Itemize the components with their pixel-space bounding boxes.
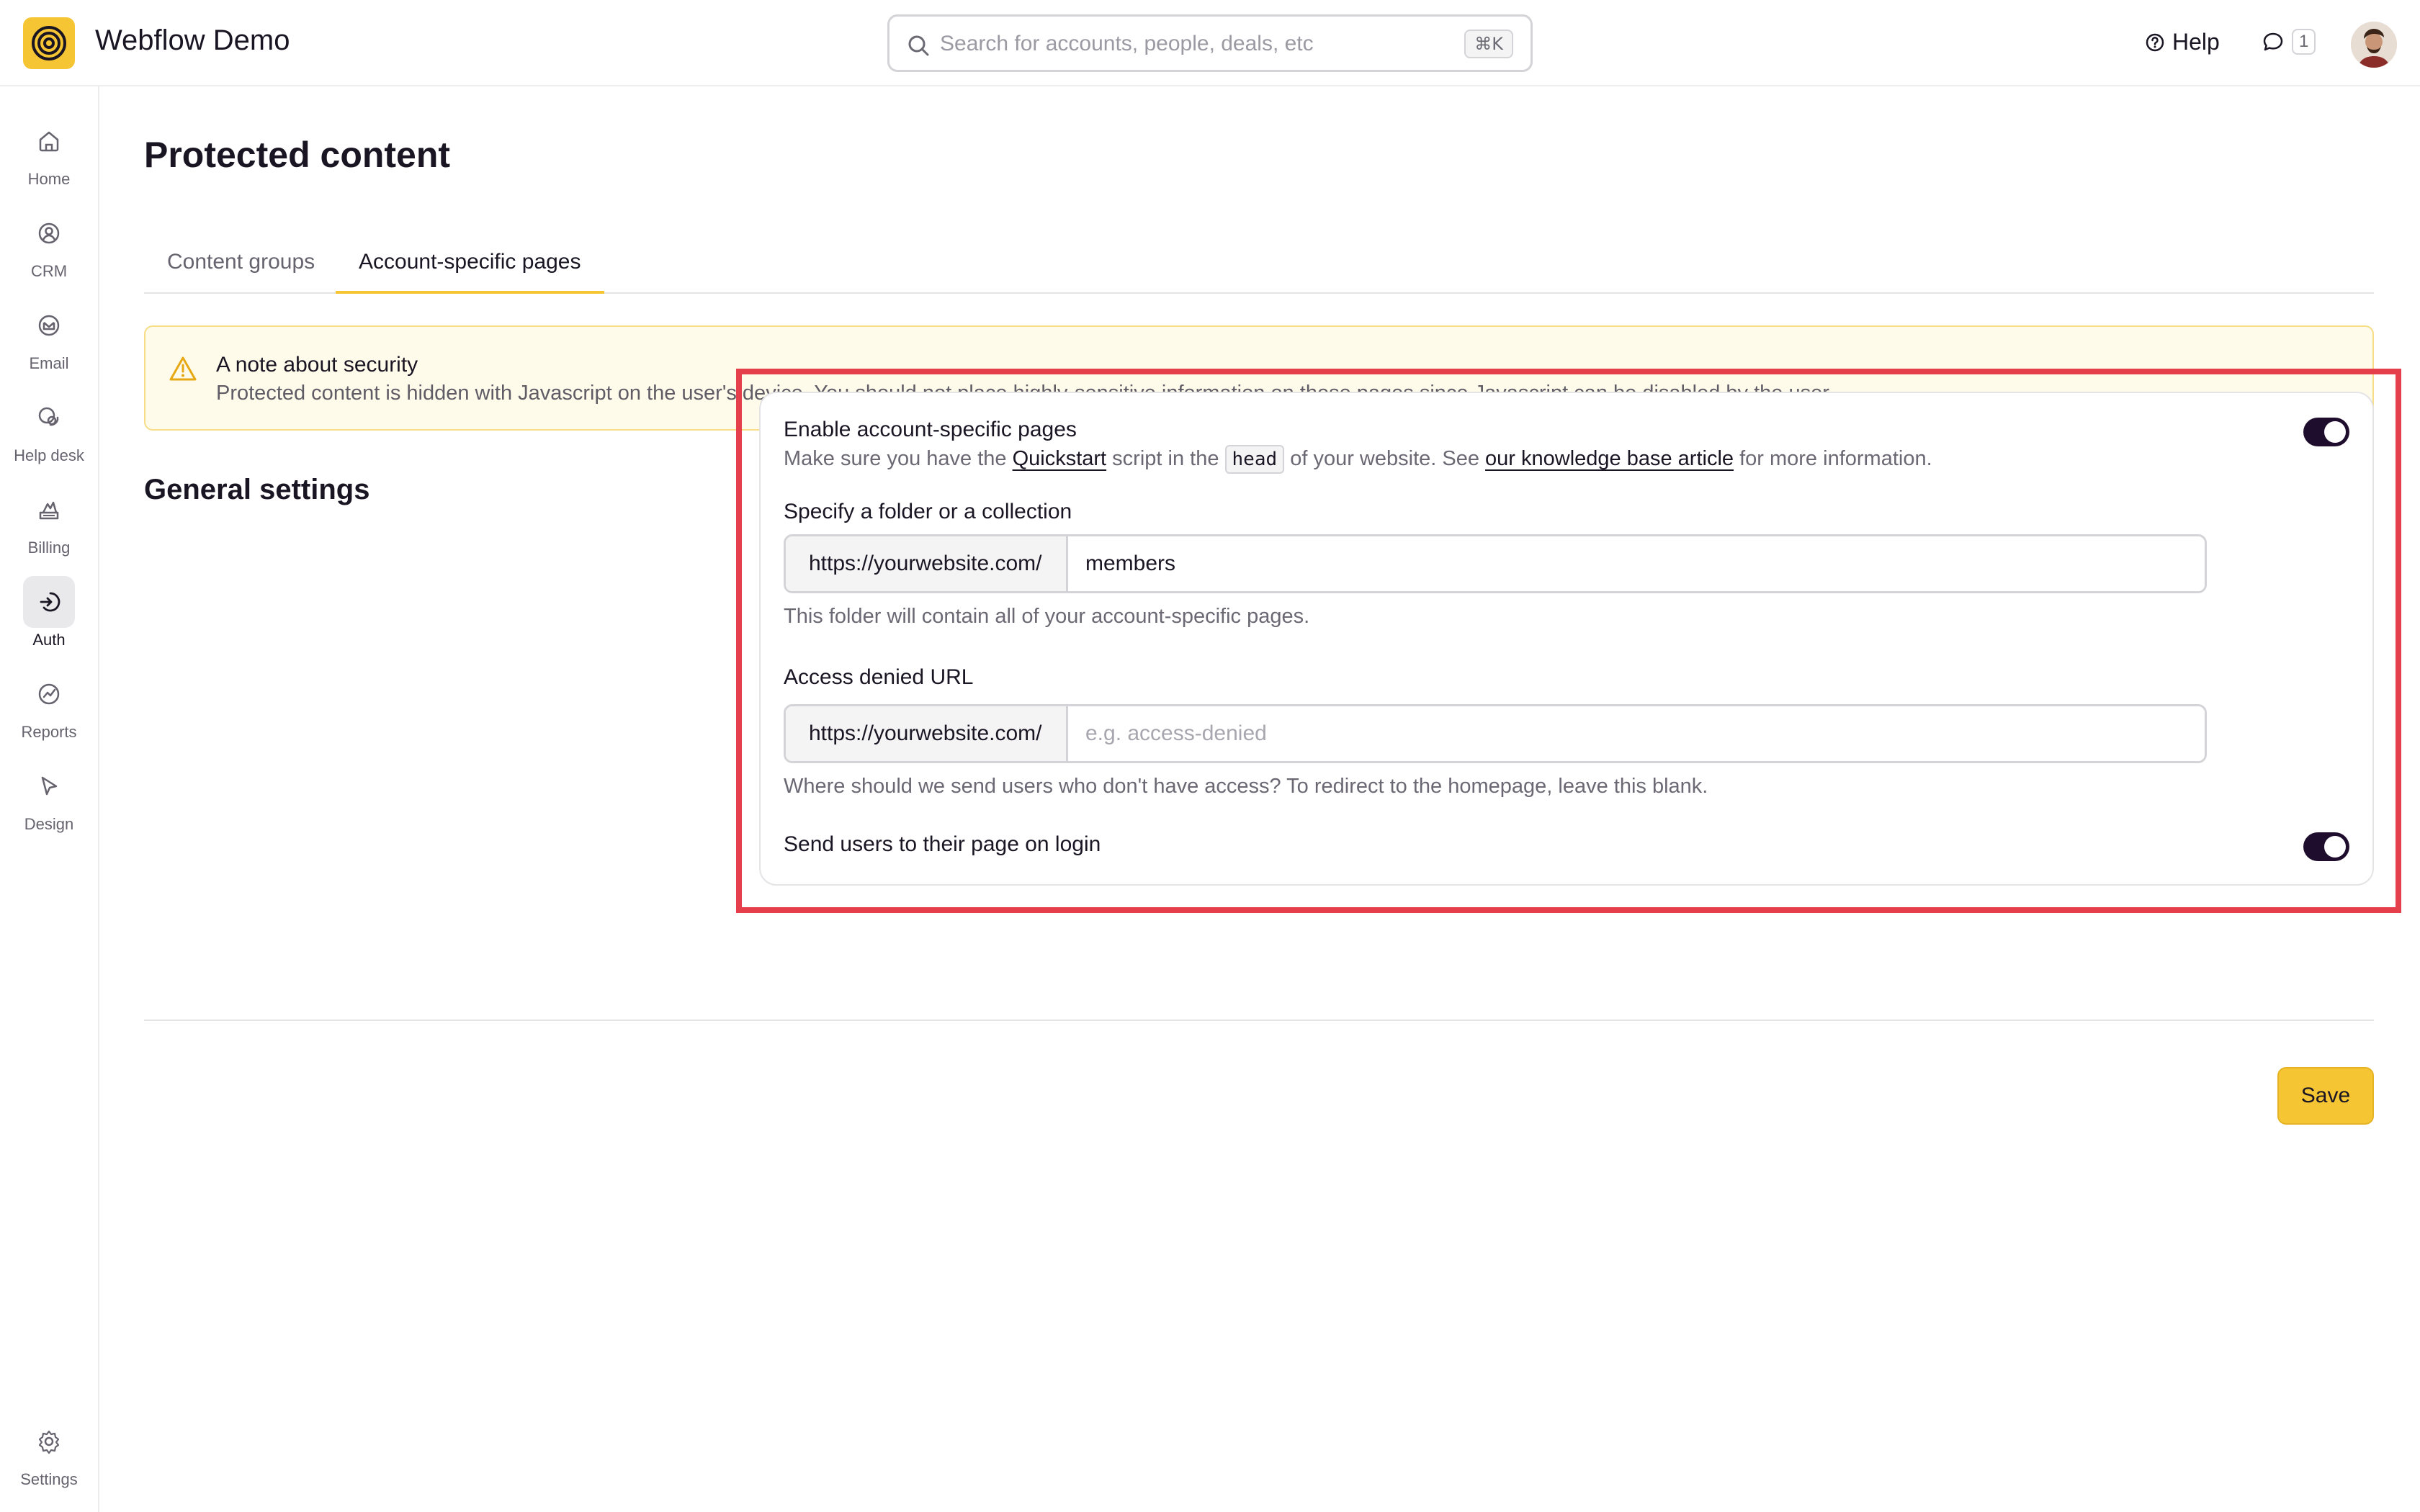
- section-divider: [144, 1020, 2374, 1021]
- enable-pages-label: Enable account-specific pages: [784, 418, 1077, 441]
- chart-icon: [23, 668, 75, 720]
- sidebar-item-reports[interactable]: Reports: [0, 668, 98, 755]
- sidebar-item-label: Auth: [32, 631, 66, 649]
- search-icon: [908, 35, 929, 56]
- app-title: Webflow Demo: [95, 24, 290, 56]
- help-button[interactable]: Help: [2145, 29, 2220, 55]
- sidebar-item-label: Design: [24, 815, 74, 833]
- sidebar-item-label: Help desk: [14, 446, 84, 464]
- tab-account-specific-pages[interactable]: Account-specific pages: [336, 230, 604, 294]
- messages-button[interactable]: 1: [2262, 29, 2316, 55]
- sidebar-item-email[interactable]: Email: [0, 300, 98, 386]
- avatar-image: [2351, 22, 2397, 68]
- user-avatar[interactable]: [2351, 22, 2397, 68]
- access-denied-url-prefix: https://yourwebsite.com/: [786, 706, 1068, 761]
- save-button[interactable]: Save: [2277, 1067, 2374, 1125]
- sidebar-item-label: CRM: [30, 262, 68, 280]
- quickstart-link[interactable]: Quickstart: [1013, 447, 1107, 470]
- enable-pages-help: Make sure you have the Quickstart script…: [784, 445, 1932, 474]
- sidebar: Home CRM Email Help desk Billing Auth Re…: [0, 86, 99, 1512]
- tab-bar: Content groups Account-specific pages: [144, 230, 2374, 294]
- sidebar-item-settings[interactable]: Settings: [0, 1416, 98, 1502]
- cursor-icon: [23, 760, 75, 812]
- app-logo[interactable]: [23, 17, 75, 69]
- help-text: of your website. See: [1290, 447, 1479, 470]
- access-denied-help: Where should we send users who don't hav…: [784, 775, 1708, 798]
- help-text: for more information.: [1739, 447, 1932, 470]
- top-bar: Webflow Demo ⌘K Help 1: [0, 0, 2420, 86]
- chat-bubble-icon: [2263, 32, 2283, 51]
- settings-card: Enable account-specific pages Make sure …: [759, 392, 2374, 886]
- help-label: Help: [2172, 29, 2220, 55]
- folder-input[interactable]: [1068, 536, 2205, 591]
- search-input[interactable]: [940, 28, 1430, 60]
- access-denied-input[interactable]: [1068, 706, 2205, 761]
- chat-bubbles-icon: [23, 392, 75, 444]
- sidebar-item-home[interactable]: Home: [0, 115, 98, 202]
- home-icon: [23, 115, 75, 167]
- alert-title: A note about security: [216, 353, 418, 377]
- search-shortcut: ⌘K: [1464, 30, 1513, 58]
- gear-icon: [23, 1416, 75, 1467]
- access-denied-label: Access denied URL: [784, 665, 974, 689]
- knowledge-base-link[interactable]: our knowledge base article: [1485, 447, 1734, 470]
- login-icon: [23, 576, 75, 628]
- sidebar-item-billing[interactable]: Billing: [0, 484, 98, 570]
- send-on-login-label: Send users to their page on login: [784, 832, 1101, 856]
- sidebar-item-label: Reports: [21, 723, 77, 741]
- spiral-logo-icon: [32, 26, 66, 60]
- global-search[interactable]: ⌘K: [887, 14, 1533, 72]
- help-circle-icon: [2146, 33, 2164, 51]
- access-denied-input-group: https://yourwebsite.com/: [784, 704, 2207, 763]
- tab-content-groups[interactable]: Content groups: [144, 230, 338, 294]
- sidebar-item-auth[interactable]: Auth: [0, 576, 98, 662]
- mail-icon: [23, 300, 75, 351]
- folder-url-prefix: https://yourwebsite.com/: [786, 536, 1068, 591]
- sidebar-item-crm[interactable]: CRM: [0, 207, 98, 294]
- folder-help: This folder will contain all of your acc…: [784, 605, 1310, 628]
- help-text: script in the: [1112, 447, 1219, 470]
- contact-icon: [23, 207, 75, 259]
- page-title: Protected content: [144, 135, 451, 175]
- sidebar-item-label: Billing: [27, 539, 71, 557]
- enable-pages-toggle[interactable]: [2303, 418, 2349, 446]
- folder-label: Specify a folder or a collection: [784, 500, 1072, 523]
- help-text: Make sure you have the: [784, 447, 1007, 470]
- head-code-tag: head: [1224, 445, 1285, 474]
- sidebar-item-label: Settings: [20, 1470, 78, 1488]
- sidebar-item-label: Email: [29, 354, 69, 372]
- folder-input-group: https://yourwebsite.com/: [784, 534, 2207, 593]
- sidebar-item-design[interactable]: Design: [0, 760, 98, 847]
- billing-icon: [23, 484, 75, 536]
- general-settings-title: General settings: [144, 474, 370, 505]
- sidebar-item-help-desk[interactable]: Help desk: [0, 392, 98, 478]
- send-on-login-toggle[interactable]: [2303, 832, 2349, 861]
- messages-count-badge: 1: [2292, 29, 2316, 55]
- sidebar-item-label: Home: [27, 170, 71, 188]
- warning-icon: [169, 356, 197, 381]
